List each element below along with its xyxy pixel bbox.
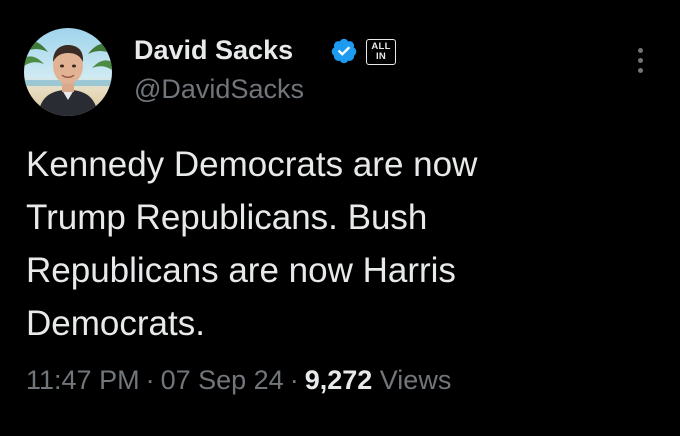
views-label: Views: [379, 365, 452, 395]
author-display-name[interactable]: David Sacks: [134, 33, 293, 67]
affiliation-badge-line2: IN: [375, 51, 387, 62]
meta-separator: ·: [289, 365, 299, 395]
tweet-meta: 11:47 PM · 07 Sep 24 · 9,272 Views: [26, 362, 451, 398]
tweet-text: Kennedy Democrats are now Trump Republic…: [26, 145, 478, 343]
tweet-card: David Sacks ALL IN @DavidSacks Kennedy D…: [0, 0, 680, 436]
views-count[interactable]: 9,272: [305, 365, 373, 395]
more-dot: [637, 68, 643, 73]
verified-badge-icon[interactable]: [330, 37, 358, 65]
more-dot: [637, 48, 643, 53]
more-dot: [637, 58, 643, 63]
meta-separator: ·: [145, 365, 155, 395]
author-handle[interactable]: @DavidSacks: [134, 72, 304, 106]
avatar-photo: [24, 28, 112, 116]
more-vertical-icon[interactable]: [628, 48, 652, 82]
affiliation-badge[interactable]: ALL IN: [366, 39, 396, 65]
tweet-date[interactable]: 07 Sep 24: [161, 365, 284, 395]
tweet-time[interactable]: 11:47 PM: [26, 365, 140, 395]
author-avatar[interactable]: [24, 28, 112, 116]
